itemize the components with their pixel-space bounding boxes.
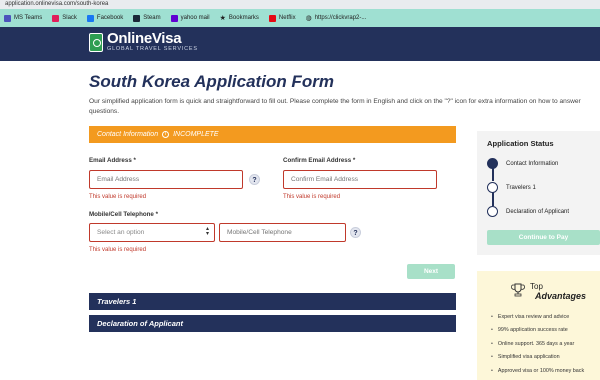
passport-icon: [89, 32, 103, 52]
list-item: Simplified visa application: [491, 352, 584, 365]
section-status: INCOMPLETE: [173, 131, 219, 138]
email-error: This value is required: [89, 194, 147, 200]
bookmark-label: Bookmarks: [228, 15, 259, 21]
status-step-travelers[interactable]: Travelers 1: [487, 182, 536, 193]
section-label: Contact Information: [97, 131, 159, 138]
list-item: Expert visa review and advice: [491, 312, 584, 325]
address-bar[interactable]: application.onlinevisa.com/south-korea: [0, 0, 600, 9]
phone-field[interactable]: [219, 223, 346, 242]
ms-teams-icon: [4, 14, 11, 22]
section-contact-information[interactable]: Contact Information i INCOMPLETE: [89, 126, 456, 143]
logo-title: OnlineVisa: [107, 30, 182, 47]
step-pending-icon: [487, 182, 498, 193]
list-item: Approved visa or 100% money back: [491, 366, 584, 379]
continue-to-pay-button[interactable]: Continue to Pay: [487, 230, 600, 245]
slack-icon: [52, 14, 60, 22]
bookmark-clickvrap[interactable]: ◍ https://clickvrap2-...: [306, 14, 367, 22]
status-step-declaration[interactable]: Declaration of Applicant: [487, 206, 569, 217]
step-label: Contact Information: [506, 160, 559, 167]
advantages-panel: Top Advantages Expert visa review and ad…: [477, 271, 600, 380]
country-code-select[interactable]: Select an option ▴ ▾: [89, 223, 215, 242]
bookmark-netflix[interactable]: Netflix: [268, 14, 296, 22]
bookmark-label: Slack: [62, 15, 77, 21]
bookmark-slack[interactable]: Slack: [52, 14, 77, 22]
bookmark-steam[interactable]: Steam: [133, 14, 161, 22]
status-title: Application Status: [487, 139, 554, 148]
bookmarks-bar: MS Teams Slack Facebook Steam yahoo mail…: [0, 9, 600, 27]
step-pending-icon: [487, 206, 498, 217]
phone-help-icon[interactable]: ?: [350, 227, 361, 238]
bookmark-label: yahoo mail: [180, 15, 210, 21]
bookmark-facebook[interactable]: Facebook: [86, 14, 124, 22]
phone-label: Mobile/Cell Telephone *: [89, 211, 158, 218]
step-active-icon: [487, 158, 498, 169]
confirm-email-field[interactable]: [283, 170, 437, 189]
bookmark-bookmarks[interactable]: ★ Bookmarks: [220, 14, 259, 22]
netflix-icon: [268, 14, 276, 22]
section-declaration[interactable]: Declaration of Applicant: [89, 315, 456, 332]
list-item: 99% application success rate: [491, 325, 584, 338]
advantages-title: Advantages: [535, 291, 587, 301]
bookmark-ms-teams[interactable]: MS Teams: [4, 14, 43, 22]
confirm-email-label: Confirm Email Address *: [283, 157, 356, 164]
next-button[interactable]: Next: [407, 264, 455, 279]
bookmark-yahoo-mail[interactable]: yahoo mail: [170, 14, 210, 22]
email-help-icon[interactable]: ?: [249, 174, 260, 185]
steam-icon: [133, 14, 141, 22]
page-intro: Our simplified application form is quick…: [89, 98, 581, 115]
yahoo-mail-icon: [170, 14, 178, 22]
facebook-icon: [86, 14, 94, 22]
email-label: Email Address *: [89, 157, 136, 164]
bookmark-label: https://clickvrap2-...: [314, 15, 367, 21]
step-connector: [492, 192, 494, 206]
application-status-panel: Application Status Contact Information T…: [477, 131, 600, 255]
site-logo[interactable]: OnlineVisa GLOBAL TRAVEL SERVICES: [89, 31, 198, 53]
step-label: Declaration of Applicant: [506, 208, 570, 215]
list-item: Online support. 365 days a year: [491, 339, 584, 352]
bookmark-label: Facebook: [96, 15, 124, 21]
select-arrows-icon: ▴ ▾: [205, 226, 209, 237]
step-connector: [492, 167, 494, 181]
page-title: South Korea Application Form: [89, 72, 334, 91]
bookmark-label: Netflix: [278, 15, 296, 21]
confirm-email-error: This value is required: [283, 194, 341, 200]
bookmark-label: MS Teams: [14, 15, 43, 21]
advantages-list: Expert visa review and advice 99% applic…: [491, 312, 584, 379]
advantages-top: Top: [530, 282, 543, 291]
logo-subtitle: GLOBAL TRAVEL SERVICES: [107, 46, 198, 52]
globe-icon: ◍: [305, 15, 312, 22]
phone-error: This value is required: [89, 247, 147, 253]
bookmark-label: Steam: [143, 15, 161, 21]
email-field[interactable]: [89, 170, 243, 189]
info-icon[interactable]: i: [162, 131, 170, 138]
site-header: OnlineVisa GLOBAL TRAVEL SERVICES: [0, 27, 600, 61]
section-travelers[interactable]: Travelers 1: [89, 293, 456, 310]
star-icon: ★: [219, 15, 226, 22]
step-label: Travelers 1: [506, 184, 536, 191]
trophy-icon: [511, 283, 525, 297]
select-placeholder: Select an option: [97, 229, 145, 236]
status-step-contact[interactable]: Contact Information: [487, 158, 558, 169]
